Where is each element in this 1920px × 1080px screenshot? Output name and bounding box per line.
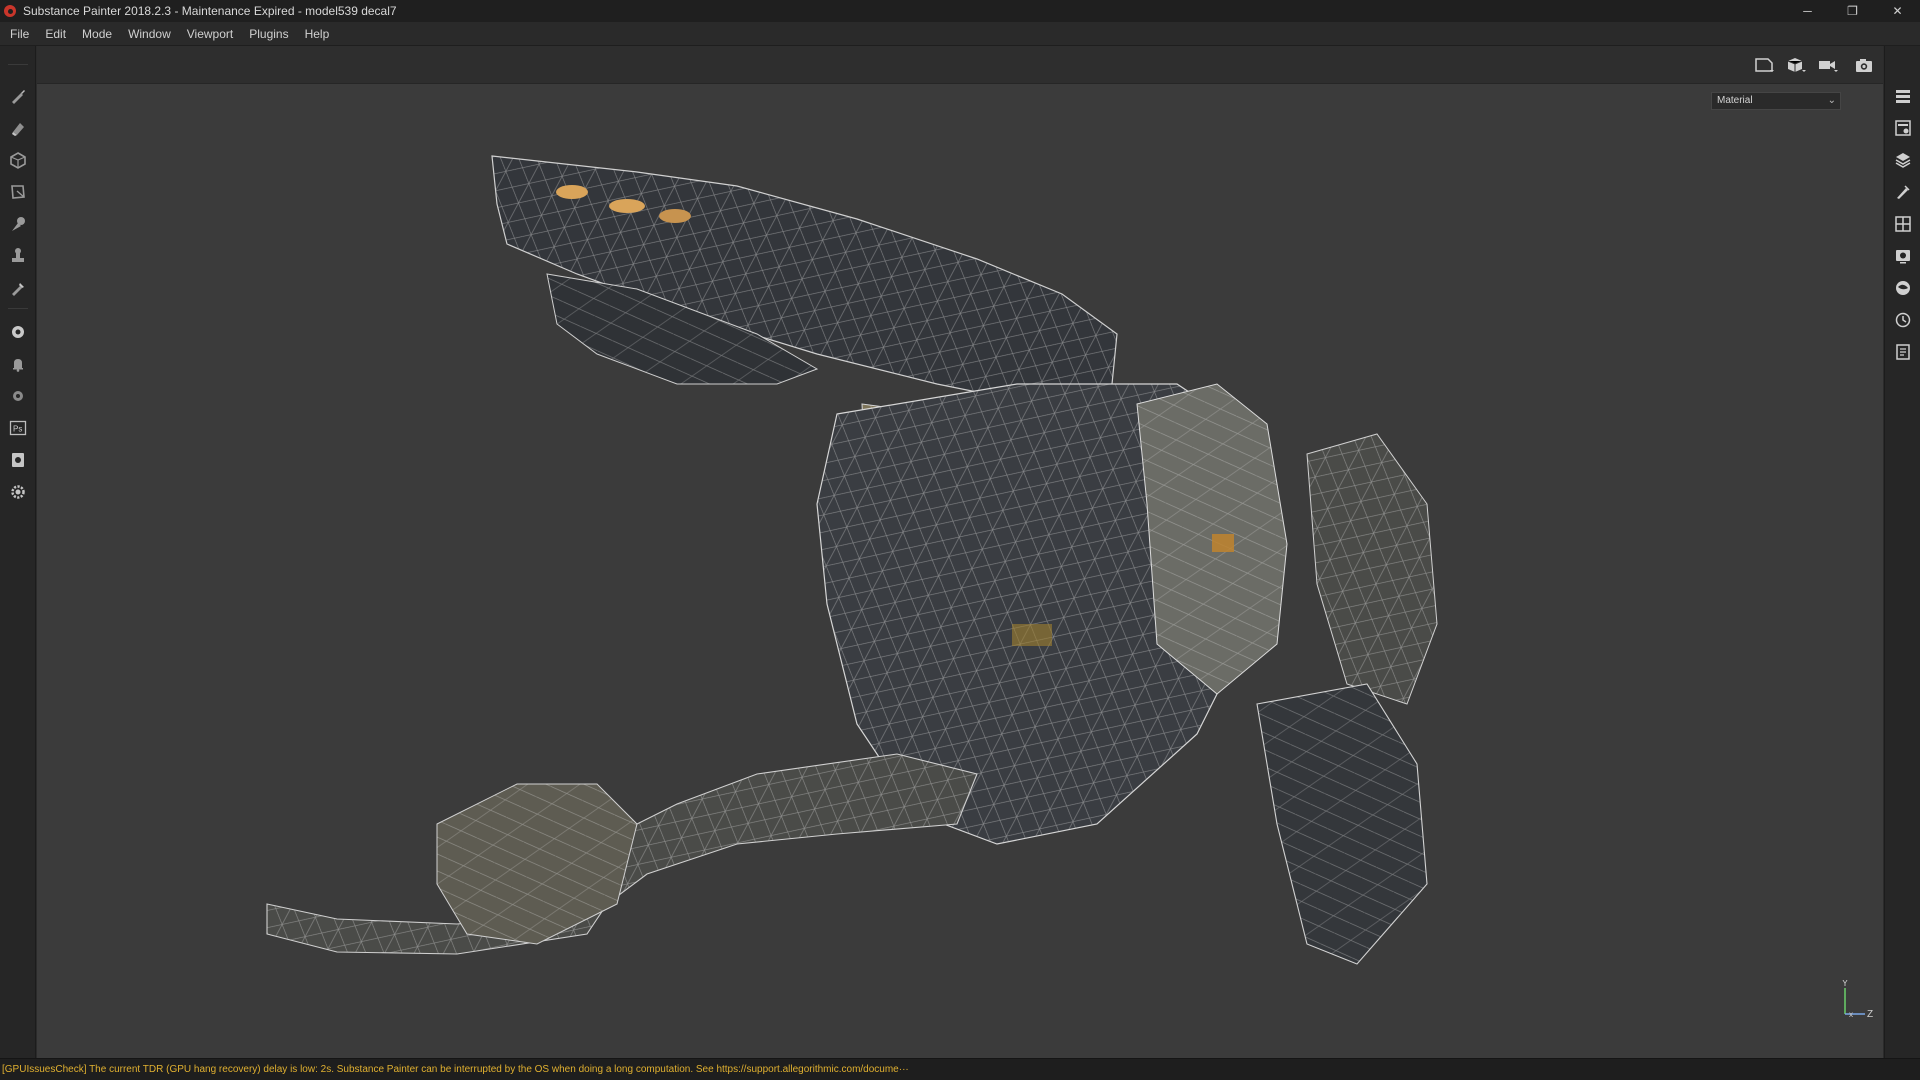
layers-icon[interactable]	[1893, 150, 1913, 170]
shelf-icon[interactable]	[8, 322, 28, 342]
menu-window[interactable]: Window	[120, 22, 179, 46]
polygon-fill-icon[interactable]	[8, 182, 28, 202]
toolbar-divider	[8, 308, 28, 309]
panels-toolbar	[1884, 46, 1920, 1058]
layers-stack-icon[interactable]	[1893, 86, 1913, 106]
viewport-frame-icon[interactable]	[1751, 55, 1777, 75]
eraser-icon[interactable]	[8, 118, 28, 138]
settings-icon[interactable]	[8, 482, 28, 502]
svg-text:Ps: Ps	[13, 425, 22, 434]
3d-viewport[interactable]: Material ⌄ Y x Z	[37, 84, 1883, 1058]
screenshot-camera-icon[interactable]	[1851, 55, 1877, 75]
projection-icon[interactable]	[8, 150, 28, 170]
toolbar-divider	[8, 64, 28, 65]
gpu-warning-message[interactable]: [GPUIssuesCheck] The current TDR (GPU ha…	[2, 1064, 909, 1075]
channel-dropdown-value: Material	[1717, 95, 1753, 106]
view-mode-cube-icon[interactable]	[1783, 55, 1809, 75]
viewport-toolbar	[37, 46, 1883, 84]
minimize-button[interactable]: ─	[1785, 0, 1830, 22]
menu-edit[interactable]: Edit	[37, 22, 74, 46]
window-title: Substance Painter 2018.2.3 - Maintenance…	[23, 4, 397, 18]
menu-plugins[interactable]: Plugins	[241, 22, 296, 46]
properties-icon[interactable]	[1893, 182, 1913, 202]
smudge-icon[interactable]	[8, 214, 28, 234]
3d-model-wireframe[interactable]	[37, 84, 1883, 1058]
substance-painter-logo-icon	[4, 5, 16, 17]
channel-dropdown[interactable]: Material ⌄	[1711, 92, 1841, 110]
menu-viewport[interactable]: Viewport	[179, 22, 241, 46]
photoshop-export-icon[interactable]: Ps	[8, 418, 28, 438]
bell-icon[interactable]	[8, 354, 28, 374]
axis-y-label: Y	[1842, 980, 1848, 988]
history-icon[interactable]	[1893, 310, 1913, 330]
export-icon[interactable]	[8, 450, 28, 470]
restore-button[interactable]: ❐	[1830, 0, 1875, 22]
status-bar: [GPUIssuesCheck] The current TDR (GPU ha…	[0, 1058, 1920, 1080]
axis-gizmo: Y x Z	[1842, 980, 1873, 1020]
axis-z-label: Z	[1867, 1009, 1873, 1020]
texture-set-settings-icon[interactable]	[1893, 214, 1913, 234]
substance-source-icon[interactable]	[8, 386, 28, 406]
close-button[interactable]: ✕	[1875, 0, 1920, 22]
menu-file[interactable]: File	[4, 22, 37, 46]
shader-settings-icon[interactable]	[1893, 278, 1913, 298]
camera-video-icon[interactable]	[1815, 55, 1841, 75]
log-icon[interactable]	[1893, 342, 1913, 362]
texture-set-list-icon[interactable]	[1893, 118, 1913, 138]
chevron-down-icon: ⌄	[1827, 95, 1836, 106]
color-picker-icon[interactable]	[8, 278, 28, 298]
window-controls: ─ ❐ ✕	[1785, 0, 1920, 22]
menu-mode[interactable]: Mode	[74, 22, 120, 46]
display-settings-icon[interactable]	[1893, 246, 1913, 266]
clone-icon[interactable]	[8, 246, 28, 266]
tools-toolbar: Ps	[0, 46, 36, 1058]
title-bar: Substance Painter 2018.2.3 - Maintenance…	[0, 0, 1920, 22]
paint-brush-icon[interactable]	[8, 86, 28, 106]
axis-x-label: x	[1849, 1010, 1853, 1019]
menu-bar: File Edit Mode Window Viewport Plugins H…	[0, 22, 1920, 46]
menu-help[interactable]: Help	[297, 22, 338, 46]
